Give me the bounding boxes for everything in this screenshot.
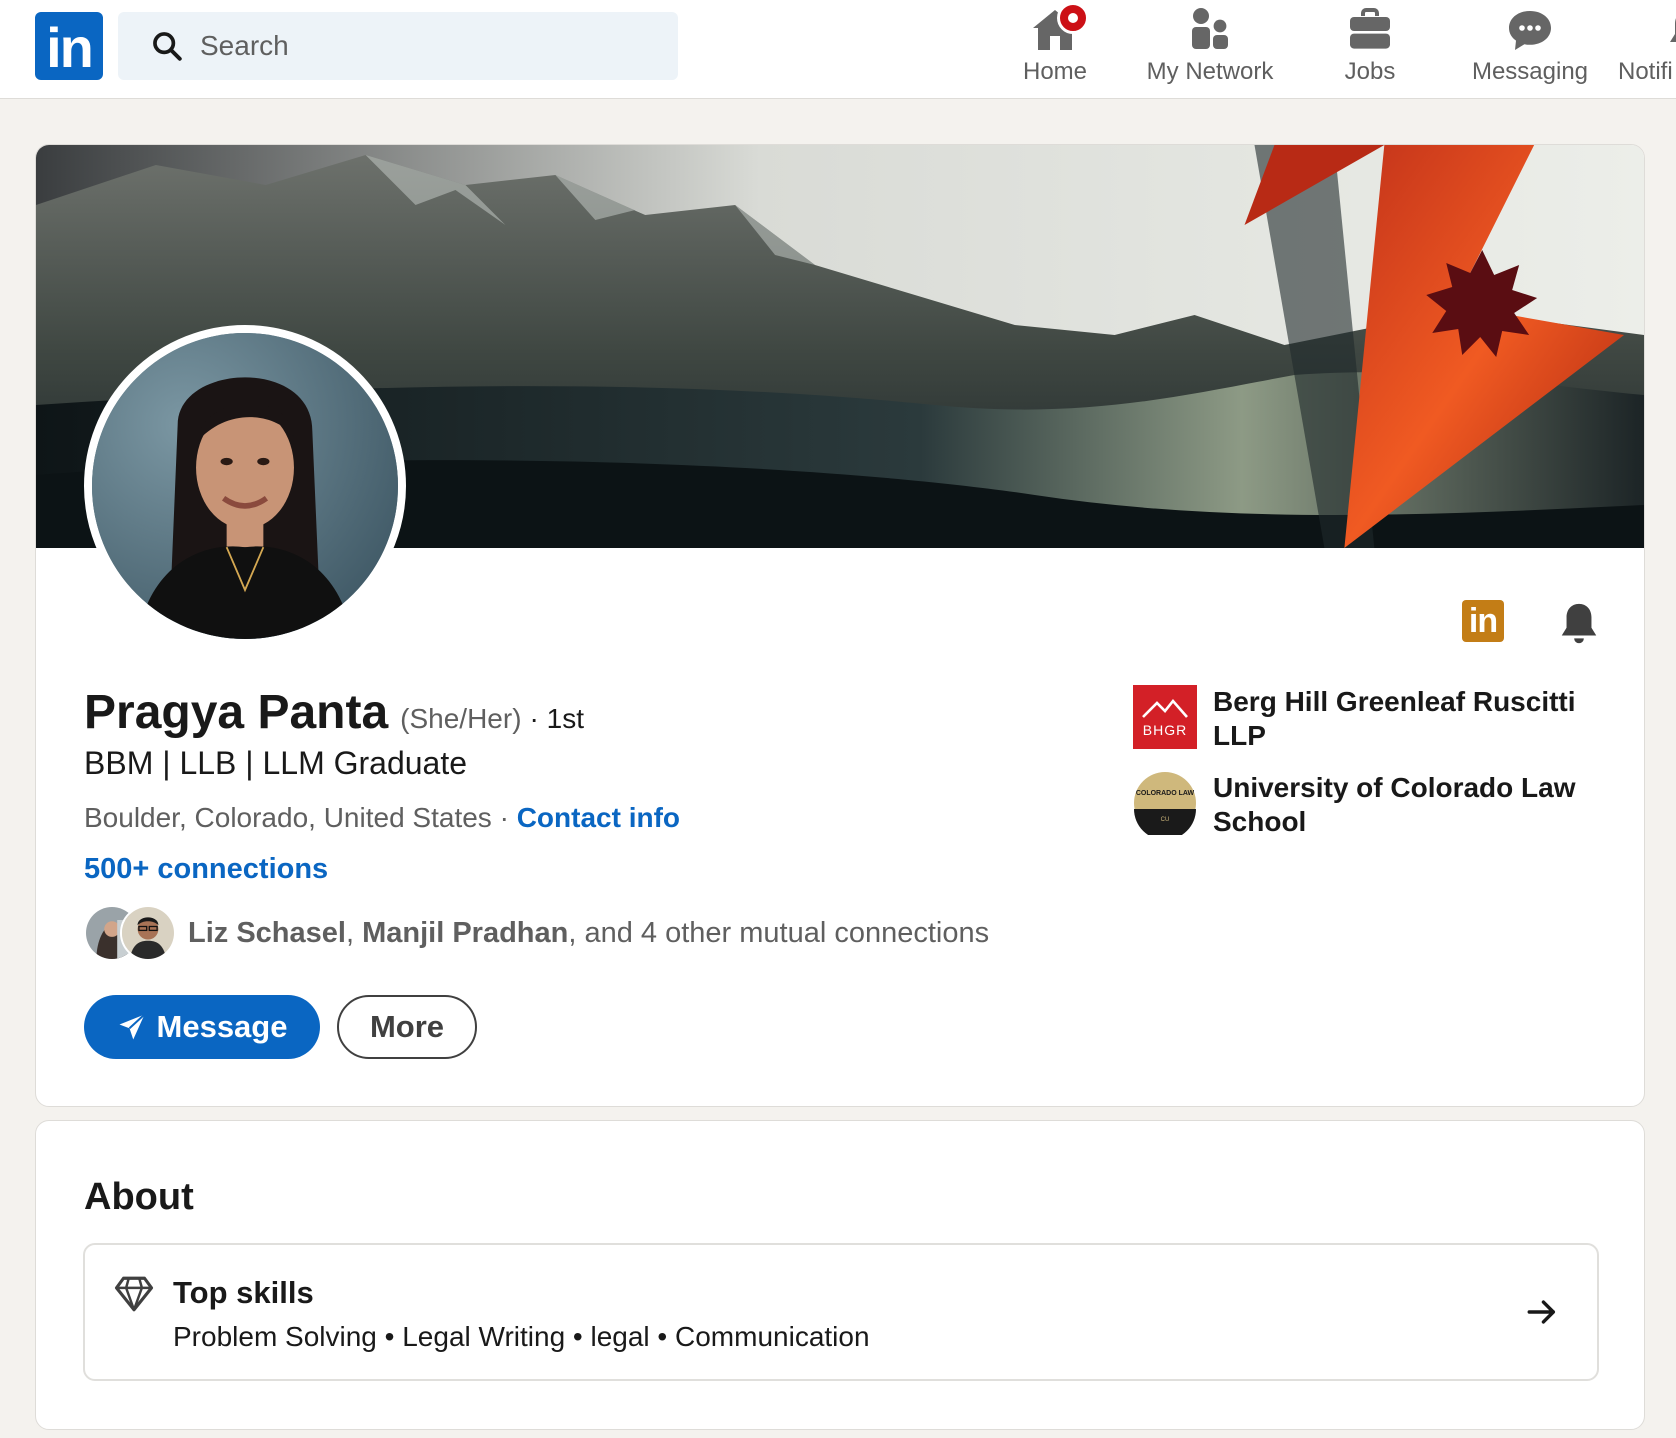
experience-education-summary: BHGR Berg Hill Greenleaf Ruscitti LLP CO…: [1133, 685, 1613, 857]
bhgr-logo-icon: BHGR: [1133, 685, 1197, 749]
bell-icon[interactable]: [1556, 600, 1602, 646]
nav-item-my-network[interactable]: My Network: [1140, 6, 1280, 92]
notification-badge: [1057, 2, 1089, 34]
connection-degree: · 1st: [529, 703, 584, 734]
org-name: Berg Hill Greenleaf Ruscitti LLP: [1213, 686, 1576, 751]
send-icon: [119, 1013, 145, 1040]
top-skills-list: Problem Solving • Legal Writing • legal …: [173, 1321, 870, 1352]
avatar: [120, 905, 176, 961]
search-input[interactable]: [200, 30, 660, 62]
top-skills-title: Top skills: [173, 1275, 314, 1310]
nav-item-jobs[interactable]: Jobs: [1320, 6, 1420, 92]
search-icon: [153, 32, 182, 61]
svg-text:CU: CU: [1161, 817, 1170, 823]
connections-link[interactable]: 500+ connections: [84, 853, 328, 886]
colorado-law-logo-icon: COLORADO LAW CU: [1134, 772, 1196, 835]
contact-info-link[interactable]: Contact info: [517, 802, 680, 833]
more-button[interactable]: More: [337, 995, 477, 1059]
profile-headline: BBM | LLB | LLM Graduate: [84, 745, 468, 781]
network-icon: [1192, 8, 1228, 49]
org-item-bhgr[interactable]: BHGR Berg Hill Greenleaf Ruscitti LLP: [1133, 685, 1613, 753]
colorado-law-logo-text: COLORADO LAW: [1136, 790, 1195, 797]
bhgr-logo-text: BHGR: [1143, 722, 1187, 738]
name-row: Pragya Panta (She/Her) · 1st: [84, 685, 584, 740]
top-navigation-bar: in Home My Network: [0, 0, 1676, 99]
search-bar[interactable]: [118, 12, 678, 80]
location-row: Boulder, Colorado, United States · Conta…: [84, 802, 680, 834]
about-card: About Top skills Problem Solving • Legal…: [35, 1120, 1645, 1430]
mutual-connections[interactable]: Liz Schasel, Manjil Pradhan, and 4 other…: [84, 905, 989, 961]
nav-item-messaging[interactable]: Messaging: [1465, 6, 1595, 92]
nav-label-my-network: My Network: [1146, 58, 1274, 85]
profile-photo[interactable]: [84, 325, 406, 647]
mutual-name-1: Liz Schasel: [188, 916, 346, 949]
mutual-name-2: Manjil Pradhan: [362, 916, 569, 949]
arrow-right-icon[interactable]: [1525, 1295, 1559, 1329]
about-title: About: [84, 1176, 194, 1218]
nav-label-jobs: Jobs: [1344, 58, 1396, 85]
briefcase-icon: [1350, 8, 1390, 49]
nav-label-home: Home: [1022, 58, 1088, 85]
message-button-label: Message: [156, 1009, 288, 1044]
mutual-separator: ,: [345, 916, 363, 949]
top-skills-box[interactable]: Top skills Problem Solving • Legal Writi…: [83, 1243, 1599, 1381]
org-item-colorado-law[interactable]: COLORADO LAW CU University of Colorado L…: [1133, 771, 1613, 839]
nav-item-notifications[interactable]: Notifi: [1618, 6, 1676, 92]
profile-location: Boulder, Colorado, United States: [84, 802, 492, 833]
mutual-rest: , and 4 other mutual connections: [568, 916, 990, 949]
pronouns: (She/Her): [400, 703, 522, 734]
message-button[interactable]: Message: [84, 995, 320, 1059]
mutual-connections-text: Liz Schasel, Manjil Pradhan, and 4 other…: [188, 917, 989, 950]
profile-top-actions: in: [1462, 600, 1602, 646]
mutual-avatars: [84, 905, 176, 961]
nav-label-notifications: Notifi: [1618, 58, 1673, 85]
notifications-icon: [1670, 18, 1676, 42]
premium-linkedin-icon[interactable]: in: [1462, 600, 1504, 642]
profile-card: in Pragya Panta (She/Her) · 1st BBM | LL…: [35, 144, 1645, 1107]
org-name: University of Colorado Law School: [1213, 772, 1576, 837]
profile-name: Pragya Panta: [84, 686, 389, 739]
diamond-icon: [114, 1276, 154, 1312]
linkedin-logo[interactable]: in: [35, 12, 103, 80]
nav-label-messaging: Messaging: [1471, 58, 1589, 85]
messaging-icon: [1509, 11, 1551, 50]
nav-item-home[interactable]: Home: [1010, 2, 1100, 92]
location-separator: ·: [491, 802, 517, 833]
